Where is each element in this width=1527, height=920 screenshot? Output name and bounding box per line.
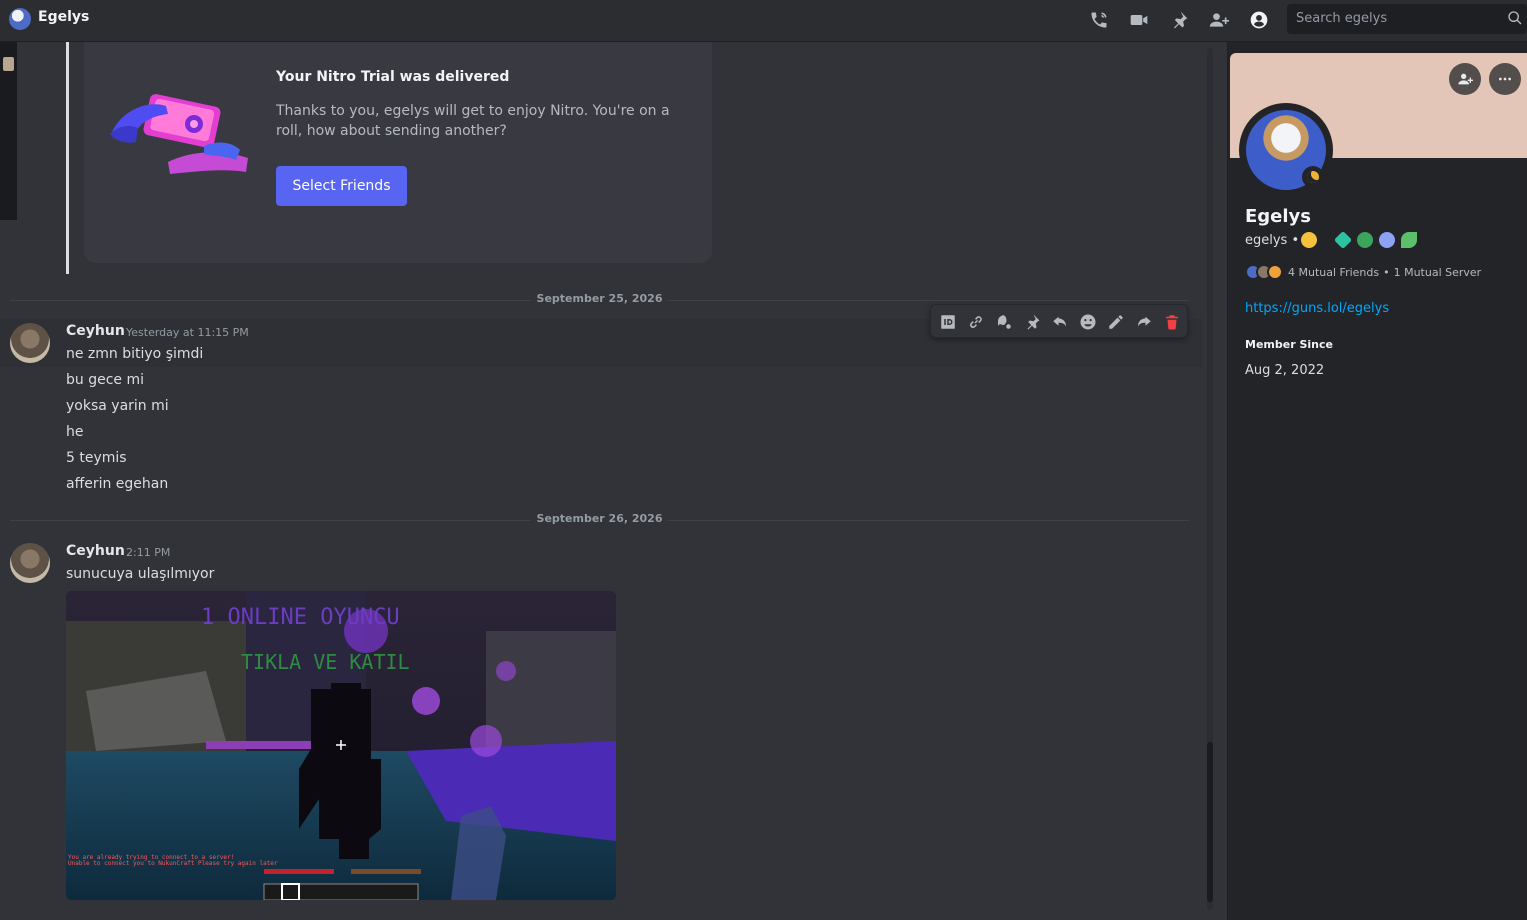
add-reaction-icon[interactable] — [1076, 310, 1100, 334]
gift-description: Thanks to you, egelys will get to enjoy … — [276, 103, 670, 139]
message-text: yoksa yarin mi — [66, 398, 169, 414]
message-author[interactable]: Ceyhun — [66, 323, 125, 339]
mention-reply-icon[interactable] — [992, 310, 1016, 334]
user-profile-icon[interactable] — [1247, 8, 1271, 32]
message-text: ne zmn bitiyo şimdi — [66, 346, 204, 362]
date-divider: September 26, 2026 — [10, 512, 1189, 525]
left-edge-panel — [0, 42, 17, 220]
member-since-label: Member Since — [1245, 338, 1333, 351]
profile-link[interactable]: https://guns.lol/egelys — [1245, 301, 1389, 316]
message-text: 5 teymis — [66, 450, 127, 466]
message-text: sunucuya ulaşılmıyor — [66, 566, 215, 582]
mutual-friends-avatars[interactable] — [1245, 264, 1283, 280]
copy-link-icon[interactable] — [964, 310, 988, 334]
author-avatar[interactable] — [10, 323, 50, 363]
mutual-friends-link[interactable]: 4 Mutual Friends — [1288, 266, 1379, 279]
gift-title: Your Nitro Trial was delivered — [276, 69, 510, 85]
message-author[interactable]: Ceyhun — [66, 543, 125, 559]
voice-call-icon[interactable] — [1087, 8, 1111, 32]
image-attachment[interactable]: 1 ONLINE OYUNCU TIKLA VE KATIL You are a… — [66, 591, 616, 900]
chat-scrollbar-thumb[interactable] — [1207, 742, 1213, 902]
message-actions-toolbar — [930, 304, 1188, 338]
profile-display-name: Egelys — [1245, 206, 1312, 227]
add-friend-icon[interactable] — [1449, 63, 1481, 95]
copy-id-icon[interactable] — [936, 310, 960, 334]
server-online-text: 1 ONLINE OYUNCU — [201, 605, 400, 630]
sunglasses-emoji-icon — [1301, 232, 1317, 248]
nitro-badge-icon[interactable] — [1333, 230, 1353, 250]
badge-spacer — [1323, 232, 1329, 248]
gift-embed-border — [66, 42, 69, 274]
mutual-info: 4 Mutual Friends • 1 Mutual Server — [1245, 264, 1481, 280]
server-boost-badge-icon[interactable] — [1379, 232, 1395, 248]
user-profile-panel: Egelys egelys • 4 Mutual Friends • 1 Mut… — [1227, 42, 1527, 920]
profile-username-text: egelys — [1245, 233, 1288, 248]
video-call-icon[interactable] — [1127, 8, 1151, 32]
message-timestamp[interactable]: 2:11 PM — [126, 546, 170, 559]
server-join-text: TIKLA VE KATIL — [241, 650, 410, 674]
add-friends-to-dm-icon[interactable] — [1207, 8, 1231, 32]
minecraft-screenshot: 1 ONLINE OYUNCU TIKLA VE KATIL You are a… — [66, 591, 616, 900]
nitro-gift-illustration — [110, 94, 248, 174]
game-chat-line: Unable to connect you to NukunCraft Plea… — [68, 860, 278, 867]
top-bar: Egelys Search egelys — [0, 0, 1527, 42]
author-avatar[interactable] — [10, 543, 50, 583]
chat-scrollbar[interactable] — [1207, 48, 1213, 910]
dm-title[interactable]: Egelys — [38, 9, 89, 25]
delete-icon[interactable] — [1160, 310, 1184, 334]
date-divider-label: September 26, 2026 — [530, 512, 669, 525]
more-options-icon[interactable] — [1489, 63, 1521, 95]
select-friends-button[interactable]: Select Friends — [276, 166, 407, 206]
pin-icon[interactable] — [1020, 310, 1044, 334]
message-timestamp[interactable]: Yesterday at 11:15 PM — [126, 326, 249, 339]
search-icon[interactable] — [1507, 10, 1525, 28]
left-edge-thumbnail — [3, 57, 14, 71]
mutual-separator: • — [1383, 265, 1390, 279]
date-divider: September 25, 2026 — [10, 292, 1189, 305]
reply-icon[interactable] — [1048, 310, 1072, 334]
mutual-friend-avatar — [1267, 264, 1283, 280]
message-text: he — [66, 424, 84, 440]
profile-badges — [1301, 230, 1417, 250]
search-placeholder: Search egelys — [1296, 11, 1388, 26]
message-text: afferin egehan — [66, 476, 169, 492]
quest-badge-icon[interactable] — [1401, 232, 1417, 248]
mutual-servers-link[interactable]: 1 Mutual Server — [1394, 266, 1482, 279]
hypesquad-badge-icon[interactable] — [1357, 232, 1373, 248]
edit-icon[interactable] — [1104, 310, 1128, 334]
idle-status-icon — [1302, 166, 1324, 188]
search-input[interactable]: Search egelys — [1287, 4, 1527, 34]
nitro-gift-card: Your Nitro Trial was delivered Thanks to… — [84, 42, 712, 263]
message-text: bu gece mi — [66, 372, 144, 388]
dm-avatar[interactable] — [9, 8, 31, 30]
profile-username: egelys • — [1245, 233, 1299, 248]
username-separator: • — [1291, 233, 1300, 248]
member-since-value: Aug 2, 2022 — [1245, 363, 1325, 378]
date-divider-label: September 25, 2026 — [530, 292, 669, 305]
forward-icon[interactable] — [1132, 310, 1156, 334]
pinned-messages-icon[interactable] — [1167, 8, 1191, 32]
